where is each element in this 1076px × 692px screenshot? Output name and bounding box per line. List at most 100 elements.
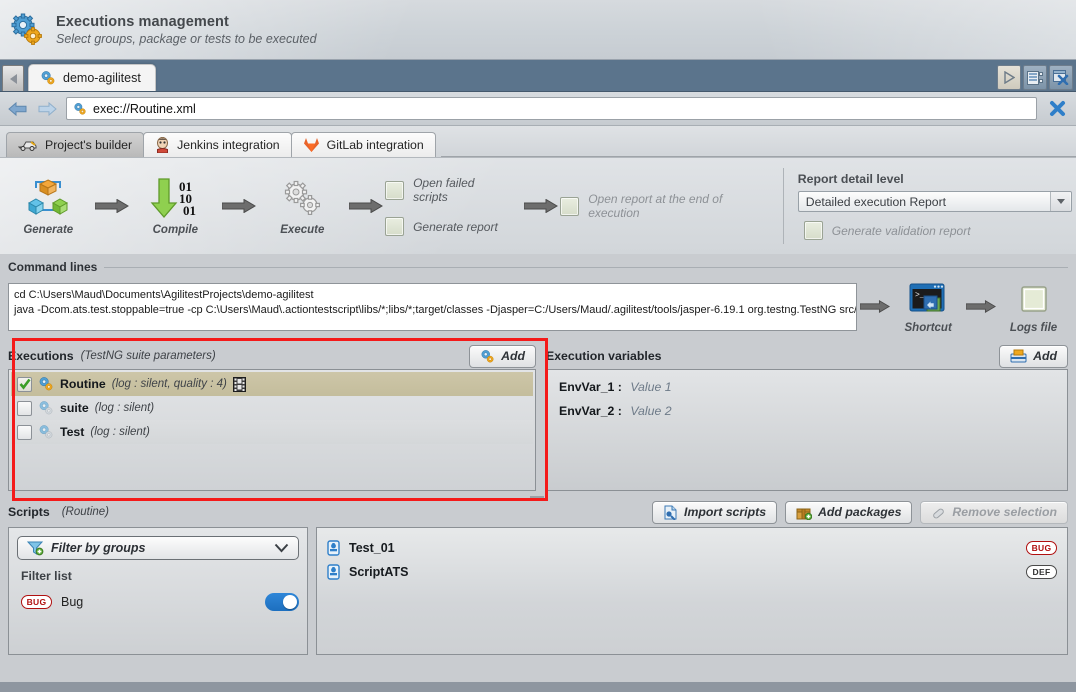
workflow-arrow-2 — [220, 199, 259, 213]
filter-by-groups-select[interactable]: Filter by groups — [17, 536, 299, 560]
logs-file-icon — [999, 279, 1068, 319]
page-subtitle: Select groups, package or tests to be ex… — [56, 31, 317, 46]
execution-meta: (log : silent, quality : 4) — [111, 378, 227, 390]
tab-jenkins-integration[interactable]: Jenkins integration — [143, 132, 292, 157]
workflow-step-generate[interactable]: Generate — [4, 177, 93, 236]
checkbox[interactable] — [560, 196, 580, 216]
row-checkbox[interactable] — [17, 424, 32, 440]
execution-meta: (log : silent) — [94, 402, 155, 414]
logs-file-tool[interactable]: Logs file — [999, 279, 1068, 334]
filter-item-toggle[interactable] — [265, 593, 299, 611]
command-arrow-1 — [857, 300, 893, 313]
list-lines-icon — [1027, 70, 1043, 85]
shortcut-tool[interactable]: >_ Shortcut — [894, 279, 963, 334]
address-bar: exec://Routine.xml — [0, 92, 1076, 126]
blue-cross-icon[interactable] — [1046, 100, 1068, 117]
builder-tabbar: Project's builder Jenkins integration Gi… — [0, 126, 1076, 158]
panel-splitter-handle[interactable] — [530, 496, 544, 500]
table-row[interactable]: Routine (log : silent, quality : 4) — [11, 372, 533, 396]
run-button[interactable] — [997, 65, 1021, 90]
svg-text:01: 01 — [183, 203, 196, 218]
browser-tab-label: demo-agilitest — [63, 71, 141, 85]
execute-gears-icon — [258, 177, 347, 219]
add-package-icon — [796, 505, 813, 520]
checkbox[interactable] — [385, 180, 405, 200]
workflow-step-execute[interactable]: Execute — [258, 177, 347, 236]
import-scripts-label: Import scripts — [684, 505, 767, 519]
execution-variables-list[interactable]: EnvVar_1 : Value 1 EnvVar_2 : Value 2 — [546, 369, 1068, 491]
command-lines-section: Command lines cd C:\Users\Maud\Documents… — [0, 260, 1076, 334]
chevron-down-icon[interactable] — [1050, 192, 1071, 211]
address-input[interactable]: exec://Routine.xml — [66, 97, 1037, 120]
executions-list[interactable]: Routine (log : silent, quality : 4) suit… — [8, 369, 536, 491]
funnel-add-icon — [27, 540, 44, 556]
workflow-divider — [782, 168, 784, 244]
arrow-left-icon[interactable] — [8, 101, 28, 117]
browser-tab-demo-agilitest[interactable]: demo-agilitest — [28, 64, 156, 91]
row-checkbox[interactable] — [17, 376, 32, 392]
remove-selection-label: Remove selection — [952, 505, 1057, 519]
executions-panel: Executions (TestNG suite parameters) Add — [8, 338, 548, 501]
workflow-step-compile-label: Compile — [152, 223, 198, 236]
close-all-button[interactable] — [1049, 65, 1073, 90]
gears-icon — [480, 349, 495, 364]
gitlab-icon — [303, 137, 320, 153]
list-item[interactable]: EnvVar_1 : Value 1 — [559, 380, 1055, 394]
checkbox[interactable] — [803, 221, 823, 240]
svg-text:>_: >_ — [915, 291, 925, 300]
workflow-options: Open failed scripts Generate report — [385, 176, 508, 236]
report-detail-panel: Report detail level Detailed execution R… — [797, 172, 1073, 240]
option-generate-validation-report[interactable]: Generate validation report — [798, 221, 1072, 240]
page-title: Executions management — [56, 13, 229, 30]
check-icon — [19, 378, 31, 390]
filter-item-label: Bug — [61, 595, 84, 609]
workflow-step-generate-label: Generate — [23, 223, 74, 236]
list-view-button[interactable] — [1023, 65, 1047, 90]
command-lines-textarea[interactable]: cd C:\Users\Maud\Documents\AgilitestProj… — [8, 282, 858, 331]
row-checkbox[interactable] — [17, 400, 32, 416]
workflow-step-compile[interactable]: 01 10 01 Compile — [131, 177, 220, 236]
report-detail-select[interactable]: Detailed execution Report — [797, 191, 1073, 212]
table-row[interactable]: Test (log : silent) — [11, 420, 533, 444]
option-generate-report[interactable]: Generate report — [385, 217, 508, 236]
add-packages-button[interactable]: Add packages — [785, 500, 913, 524]
execution-variables-title: Execution variables — [546, 349, 662, 363]
chevron-down-icon[interactable] — [274, 543, 289, 553]
list-item[interactable]: Test_01 BUG — [327, 536, 1057, 560]
table-row[interactable]: suite (log : silent) — [11, 396, 533, 420]
list-item[interactable]: ScriptATS DEF — [327, 560, 1057, 584]
execution-variables-add-button[interactable]: Add — [999, 344, 1068, 368]
status-bar — [0, 682, 1076, 692]
gears-icon — [38, 376, 54, 392]
builder-icon — [18, 138, 38, 152]
option-open-failed-scripts[interactable]: Open failed scripts — [385, 176, 508, 204]
scripts-list[interactable]: Test_01 BUG ScriptATS DEF — [316, 527, 1068, 655]
status-badge: BUG — [1026, 541, 1057, 555]
import-scripts-button[interactable]: Import scripts — [652, 500, 778, 524]
execution-name: Routine — [60, 377, 106, 391]
remove-selection-button[interactable]: Remove selection — [920, 500, 1068, 524]
gears-icon — [10, 13, 44, 47]
tabbar-filler — [440, 156, 1076, 157]
tab-gitlab-integration[interactable]: GitLab integration — [290, 132, 436, 157]
execution-variables-header: Execution variables Add — [546, 343, 1068, 369]
scripts-subtitle: (Routine) — [61, 506, 110, 518]
list-item[interactable]: EnvVar_2 : Value 2 — [559, 404, 1055, 418]
scripts-title: Scripts — [8, 505, 50, 519]
execution-name: Test — [60, 425, 85, 439]
command-lines-legend: Command lines — [8, 260, 1068, 274]
checkbox[interactable] — [385, 217, 405, 236]
option-open-report-at-end[interactable]: Open report at the end of execution — [560, 192, 769, 220]
tabstrip-controls — [997, 65, 1076, 91]
command-line-1: cd C:\Users\Maud\Documents\AgilitestProj… — [14, 288, 314, 301]
executions-add-button[interactable]: Add — [469, 344, 536, 368]
play-triangle-icon — [1004, 71, 1015, 84]
import-scripts-icon — [663, 505, 678, 520]
arrow-right-icon[interactable] — [37, 101, 57, 117]
film-strip-icon[interactable] — [232, 376, 246, 392]
tab-scroll-left-button[interactable] — [2, 65, 24, 91]
close-window-icon — [1053, 70, 1069, 85]
filter-item-bug[interactable]: BUG Bug — [17, 593, 299, 611]
execution-meta: (log : silent) — [90, 426, 150, 438]
tab-projects-builder[interactable]: Project's builder — [6, 132, 145, 157]
